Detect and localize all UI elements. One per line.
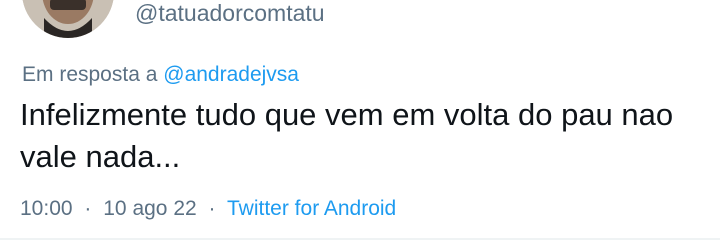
tweet-time[interactable]: 10:00: [20, 197, 73, 220]
reply-context: Em resposta a @andradejvsa: [22, 62, 299, 88]
tweet-text: Infelizmente tudo que vem em volta do pa…: [20, 97, 674, 174]
tweet-detail: @tatuadorcomtatu Em resposta a @andradej…: [0, 0, 720, 240]
tweet-metadata: 10:00 · 10 ago 22 · Twitter for Android: [20, 195, 396, 223]
meta-separator: ·: [208, 197, 216, 220]
tweet-date[interactable]: 10 ago 22: [103, 197, 196, 220]
author-handle[interactable]: @tatuadorcomtatu: [135, 0, 325, 26]
reply-mention-link[interactable]: @andradejvsa: [163, 63, 299, 86]
reply-prefix: Em resposta a: [22, 63, 158, 86]
meta-separator: ·: [84, 197, 92, 220]
tweet-source-link[interactable]: Twitter for Android: [227, 197, 396, 220]
avatar-image: [22, 0, 114, 38]
avatar[interactable]: [22, 0, 114, 38]
